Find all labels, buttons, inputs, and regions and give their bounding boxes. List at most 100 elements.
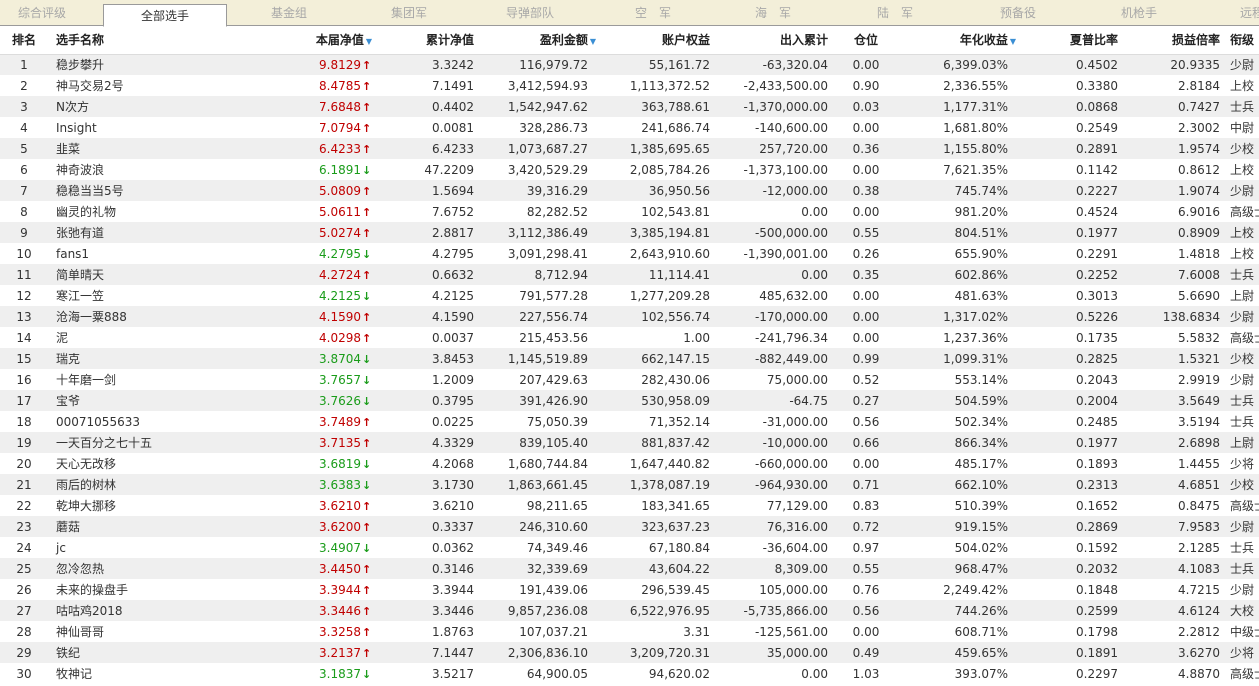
- annual-return-cell: 393.07%: [896, 663, 1020, 684]
- tab-long-range[interactable]: 远程: [1240, 0, 1259, 26]
- table-row[interactable]: 10 fans1 4.2795↓ 4.2795 3,091,298.41 2,643,91…: [0, 243, 1259, 264]
- player-name[interactable]: N次方: [48, 96, 256, 117]
- player-name[interactable]: 牧神记: [48, 663, 256, 684]
- table-row[interactable]: 16 十年磨一剑 3.7657↓ 1.2009 207,429.63 282,430.06…: [0, 369, 1259, 390]
- player-name[interactable]: 稳稳当当5号: [48, 180, 256, 201]
- player-name[interactable]: 咕咕鸡2018: [48, 600, 256, 621]
- col-sharpe[interactable]: 夏普比率: [1020, 26, 1126, 55]
- player-name[interactable]: 神仙哥哥: [48, 621, 256, 642]
- col-cumulative-nav[interactable]: 累计净值: [374, 26, 482, 55]
- table-row[interactable]: 19 一天百分之七十五 3.7135↑ 4.3329 839,105.40 881,837…: [0, 432, 1259, 453]
- table-row[interactable]: 12 寒江一笠 4.2125↓ 4.2125 791,577.28 1,277,209.2…: [0, 285, 1259, 306]
- pl-ratio-cell: 3.5194: [1126, 411, 1228, 432]
- cash-flow-cell: -1,390,001.00: [718, 243, 836, 264]
- sort-down-icon[interactable]: ▼: [366, 37, 372, 46]
- tab-all-players[interactable]: 全部选手: [103, 4, 227, 27]
- col-rank[interactable]: 排名: [0, 26, 48, 55]
- table-row[interactable]: 3 N次方 7.6848↑ 0.4402 1,542,947.62 363,788.61-…: [0, 96, 1259, 117]
- player-name[interactable]: 乾坤大挪移: [48, 495, 256, 516]
- player-name[interactable]: 沧海一粟888: [48, 306, 256, 327]
- tab-air-force[interactable]: 空 军: [611, 0, 695, 26]
- table-row[interactable]: 14 泥 4.0298↑ 0.0037 215,453.56 1.00 -241,796.3…: [0, 327, 1259, 348]
- position-cell: 0.72: [836, 516, 896, 537]
- table-row[interactable]: 2 神马交易2号 8.4785↑ 7.1491 3,412,594.93 1,113,37…: [0, 75, 1259, 96]
- table-row[interactable]: 15 瑞克 3.8704↓ 3.8453 1,145,519.89 662,147.15-…: [0, 348, 1259, 369]
- table-row[interactable]: 18 00071055633 3.7489↑ 0.0225 75,050.39 71,35…: [0, 411, 1259, 432]
- col-rank-title[interactable]: 衔级: [1228, 26, 1259, 55]
- col-current-nav[interactable]: 本届净值 ▼: [256, 26, 374, 55]
- tab-army[interactable]: 陆 军: [853, 0, 937, 26]
- player-name[interactable]: 蘑菇: [48, 516, 256, 537]
- table-row[interactable]: 8 幽灵的礼物 5.0611↑ 7.6752 82,282.52 102,543.81 0.…: [0, 201, 1259, 222]
- table-row[interactable]: 6 神奇波浪 6.1891↓ 47.2209 3,420,529.29 2,085,784…: [0, 159, 1259, 180]
- table-row[interactable]: 4 Insight 7.0794↑ 0.0081 328,286.73 241,686.7…: [0, 117, 1259, 138]
- tab-missile-force[interactable]: 导弹部队: [488, 0, 572, 26]
- sort-down-icon[interactable]: ▼: [1010, 37, 1016, 46]
- table-row[interactable]: 21 雨后的树林 3.6383↓ 3.1730 1,863,661.45 1,378,08…: [0, 474, 1259, 495]
- sharpe-cell: 0.2291: [1020, 243, 1126, 264]
- col-equity[interactable]: 账户权益: [600, 26, 718, 55]
- col-cash-flow[interactable]: 出入累计: [718, 26, 836, 55]
- table-row[interactable]: 7 稳稳当当5号 5.0809↑ 1.5694 39,316.29 36,950.56 -1…: [0, 180, 1259, 201]
- tab-navy[interactable]: 海 军: [731, 0, 815, 26]
- pl-ratio-cell: 4.1083: [1126, 558, 1228, 579]
- player-name[interactable]: 神奇波浪: [48, 159, 256, 180]
- table-row[interactable]: 23 蘑菇 3.6200↑ 0.3337 246,310.60 323,637.23 76,…: [0, 516, 1259, 537]
- position-cell: 0.38: [836, 180, 896, 201]
- col-pl-ratio[interactable]: 损益倍率: [1126, 26, 1228, 55]
- player-name[interactable]: 未来的操盘手: [48, 579, 256, 600]
- player-name[interactable]: 简单晴天: [48, 264, 256, 285]
- table-row[interactable]: 30 牧神记 3.1837↓ 3.5217 64,900.05 94,620.02 0.00…: [0, 663, 1259, 684]
- player-name[interactable]: 00071055633: [48, 411, 256, 432]
- tab-group-army[interactable]: 集团军: [367, 0, 451, 26]
- table-row[interactable]: 25 忽冷忽热 3.4450↑ 0.3146 32,339.69 43,604.22 8,3…: [0, 558, 1259, 579]
- annual-return-cell: 1,317.02%: [896, 306, 1020, 327]
- tab-fund-group[interactable]: 基金组: [247, 0, 331, 26]
- table-row[interactable]: 13 沧海一粟888 4.1590↑ 4.1590 227,556.74 102,556.…: [0, 306, 1259, 327]
- cash-flow-cell: -500,000.00: [718, 222, 836, 243]
- player-name[interactable]: 忽冷忽热: [48, 558, 256, 579]
- player-name[interactable]: 瑞克: [48, 348, 256, 369]
- arrow-down-icon: ↓: [362, 394, 372, 408]
- table-row[interactable]: 29 铁纪 3.2137↑ 7.1447 2,306,836.10 3,209,720.3…: [0, 642, 1259, 663]
- table-row[interactable]: 1 稳步攀升 9.8129↑ 3.3242 116,979.72 55,161.72 -63…: [0, 54, 1259, 75]
- player-name[interactable]: 张弛有道: [48, 222, 256, 243]
- player-name[interactable]: 泥: [48, 327, 256, 348]
- player-name[interactable]: 寒江一笠: [48, 285, 256, 306]
- table-row[interactable]: 27 咕咕鸡2018 3.3446↑ 3.3446 9,857,236.08 6,522,…: [0, 600, 1259, 621]
- player-name[interactable]: 神马交易2号: [48, 75, 256, 96]
- player-name[interactable]: 铁纪: [48, 642, 256, 663]
- table-row[interactable]: 17 宝爷 3.7626↓ 0.3795 391,426.90 530,958.09 -64…: [0, 390, 1259, 411]
- tab-reserve[interactable]: 预备役: [976, 0, 1060, 26]
- table-row[interactable]: 26 未来的操盘手 3.3944↑ 3.3944 191,439.06 296,539.4…: [0, 579, 1259, 600]
- sort-down-icon[interactable]: ▼: [590, 37, 596, 46]
- player-name[interactable]: 宝爷: [48, 390, 256, 411]
- player-name[interactable]: Insight: [48, 117, 256, 138]
- col-annual-return[interactable]: 年化收益 ▼: [896, 26, 1020, 55]
- pl-ratio-cell: 7.6008: [1126, 264, 1228, 285]
- col-position[interactable]: 仓位: [836, 26, 896, 55]
- player-name[interactable]: 天心无改移: [48, 453, 256, 474]
- player-name[interactable]: jc: [48, 537, 256, 558]
- player-name[interactable]: 幽灵的礼物: [48, 201, 256, 222]
- table-row[interactable]: 24 jc 3.4907↓ 0.0362 74,349.46 67,180.84 -36,6…: [0, 537, 1259, 558]
- table-row[interactable]: 9 张弛有道 5.0274↑ 2.8817 3,112,386.49 3,385,194.…: [0, 222, 1259, 243]
- table-row[interactable]: 11 简单晴天 4.2724↑ 0.6632 8,712.94 11,114.41 0.00…: [0, 264, 1259, 285]
- col-profit[interactable]: 盈利金额 ▼: [482, 26, 600, 55]
- player-name[interactable]: 雨后的树林: [48, 474, 256, 495]
- player-name[interactable]: fans1: [48, 243, 256, 264]
- player-name[interactable]: 韭菜: [48, 138, 256, 159]
- player-name[interactable]: 稳步攀升: [48, 54, 256, 75]
- header-row: 排名 选手名称 本届净值 ▼ 累计净值 盈利金额 ▼ 账户权益 出入累计 仓位 年化…: [0, 26, 1259, 55]
- cumulative-nav-cell: 0.0225: [374, 411, 482, 432]
- col-player-name[interactable]: 选手名称: [48, 26, 256, 55]
- table-row[interactable]: 22 乾坤大挪移 3.6210↑ 3.6210 98,211.65 183,341.65 7…: [0, 495, 1259, 516]
- table-row[interactable]: 28 神仙哥哥 3.3258↑ 1.8763 107,037.21 3.31 -125,56…: [0, 621, 1259, 642]
- table-row[interactable]: 20 天心无改移 3.6819↓ 4.2068 1,680,744.84 1,647,44…: [0, 453, 1259, 474]
- player-name[interactable]: 十年磨一剑: [48, 369, 256, 390]
- tab-composite-rating[interactable]: 综合评级: [0, 0, 84, 26]
- table-row[interactable]: 5 韭菜 6.4233↑ 6.4233 1,073,687.27 1,385,695.65…: [0, 138, 1259, 159]
- equity-cell: 36,950.56: [600, 180, 718, 201]
- tab-machine-gunner[interactable]: 机枪手: [1097, 0, 1181, 26]
- player-name[interactable]: 一天百分之七十五: [48, 432, 256, 453]
